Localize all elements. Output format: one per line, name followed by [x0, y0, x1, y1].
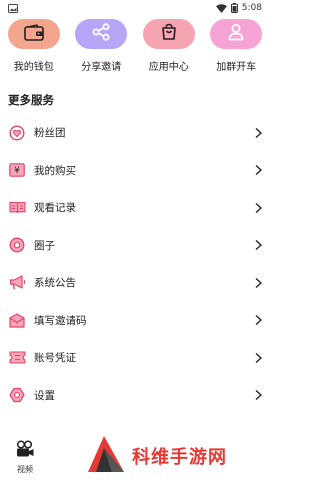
circle-dot-icon	[8, 236, 26, 254]
share-invite-button[interactable]: 分享邀请	[70, 19, 132, 75]
menu-item-label: 粉丝团	[34, 127, 66, 140]
menu-item-announcements[interactable]: 系统公告	[0, 264, 270, 302]
watermark: 科维手游网	[86, 436, 266, 476]
wallet-button[interactable]: 我的钱包	[3, 19, 65, 75]
menu-item-label: 设置	[34, 389, 55, 402]
watermark-text: 科维手游网	[132, 447, 227, 468]
menu-item-settings[interactable]: 设置	[0, 377, 270, 415]
join-group-button[interactable]: 加群开车	[205, 19, 267, 75]
chevron-right-icon	[255, 123, 263, 142]
join-group-pill	[210, 19, 263, 49]
hexagon-settings-icon	[8, 386, 26, 404]
tab-video-label: 视频	[17, 465, 33, 474]
ticket-icon	[8, 349, 26, 367]
menu-item-circle[interactable]: 圈子	[0, 227, 270, 265]
shopping-bag-icon	[160, 23, 178, 45]
svg-text:¥: ¥	[14, 166, 20, 176]
status-time: 5:08	[241, 3, 262, 13]
wifi-icon	[215, 3, 227, 13]
chevron-right-icon	[255, 348, 263, 367]
app-center-pill	[142, 19, 195, 49]
menu-item-label: 我的购买	[34, 164, 76, 177]
user-group-icon	[227, 23, 245, 45]
menu-item-my-purchases[interactable]: ¥ 我的购买	[0, 152, 270, 190]
wallet-label: 我的钱包	[13, 62, 54, 73]
status-bar: 5:08	[0, 0, 270, 16]
video-camera-icon	[15, 440, 35, 462]
share-invite-label: 分享邀请	[81, 62, 122, 73]
wallet-pill	[7, 19, 60, 49]
menu-item-invite-code[interactable]: 填写邀请码	[0, 302, 270, 340]
chevron-right-icon	[255, 273, 263, 292]
section-title: 更多服务	[8, 93, 54, 107]
chevron-right-icon	[255, 311, 263, 330]
battery-icon	[230, 3, 238, 13]
megaphone-icon	[8, 274, 26, 292]
share-pill	[75, 19, 128, 49]
app-center-button[interactable]: 应用中心	[138, 19, 200, 75]
book-icon	[8, 199, 26, 217]
menu-item-account-credential[interactable]: 账号凭证	[0, 339, 270, 377]
yen-card-icon: ¥	[8, 161, 26, 179]
join-group-label: 加群开车	[216, 62, 257, 73]
wallet-icon	[23, 23, 44, 45]
menu-item-label: 填写邀请码	[34, 314, 87, 327]
share-icon	[92, 23, 110, 45]
chevron-right-icon	[255, 386, 263, 405]
menu-item-label: 系统公告	[34, 277, 76, 290]
tab-video[interactable]: 视频	[10, 440, 40, 475]
menu-item-fan-club[interactable]: 粉丝团	[0, 114, 270, 152]
menu-item-watch-history[interactable]: 观看记录	[0, 189, 270, 227]
quick-actions: 我的钱包 分享邀请 应用中心 加群开车	[0, 19, 270, 75]
bottom-bar: 视频 科维手游网	[0, 428, 270, 480]
watermark-logo-icon	[86, 434, 126, 478]
gallery-notification-icon	[8, 3, 18, 13]
chevron-right-icon	[255, 161, 263, 180]
heart-badge-icon	[8, 124, 26, 142]
app-center-label: 应用中心	[148, 62, 189, 73]
menu-item-label: 圈子	[34, 239, 55, 252]
services-menu: 粉丝团 ¥ 我的购买 观看记录 圈子 系统公告 填写邀请码 账号凭证 设置	[0, 114, 270, 414]
menu-item-label: 观看记录	[34, 202, 76, 215]
chevron-right-icon	[255, 236, 263, 255]
chevron-right-icon	[255, 198, 263, 217]
menu-item-label: 账号凭证	[34, 352, 76, 365]
envelope-icon	[8, 311, 26, 329]
